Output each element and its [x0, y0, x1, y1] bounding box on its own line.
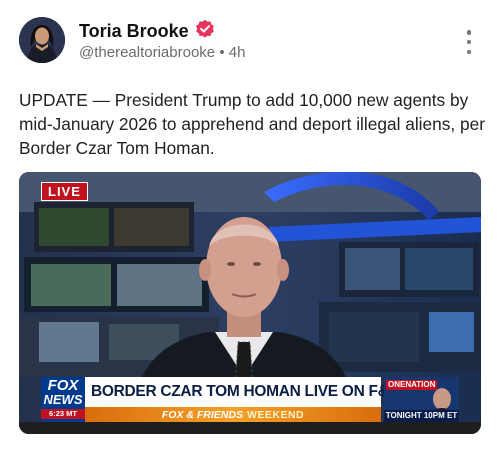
channel-logo: FOX NEWS 6:23 MT: [41, 377, 85, 422]
more-vertical-icon[interactable]: [465, 30, 473, 54]
author-name-row: Toria Brooke: [79, 19, 215, 44]
meta-separator: •: [219, 44, 225, 61]
post-text: UPDATE — President Trump to add 10,000 n…: [19, 90, 485, 158]
news-chyron: FOX NEWS 6:23 MT BORDER CZAR TOM HOMAN L…: [41, 377, 459, 422]
live-badge: LIVE: [41, 182, 88, 201]
author-meta: @therealtoriabrooke • 4h: [79, 44, 245, 61]
channel-logo-line1: FOX: [47, 377, 79, 394]
channel-logo-line2: NEWS: [43, 392, 83, 407]
promo-time: TONIGHT 10PM ET: [384, 410, 459, 422]
author-name[interactable]: Toria Brooke: [79, 21, 189, 42]
broadcast-time: 6:23 MT: [41, 409, 85, 419]
video-thumbnail[interactable]: LIVE FOX NEWS 6:23 MT BORDER CZAR TOM HO…: [19, 172, 481, 434]
promo-title: ONENATION: [386, 380, 438, 390]
show-name-bar: FOX & FRIENDS WEEKEND: [85, 407, 381, 422]
avatar[interactable]: [19, 17, 65, 63]
chyron-headline-bar: BORDER CZAR TOM HOMAN LIVE ON F&F: [85, 377, 398, 407]
author-handle[interactable]: @therealtoriabrooke: [79, 44, 215, 61]
chyron-headline: BORDER CZAR TOM HOMAN LIVE ON F&F: [91, 383, 398, 400]
post-time[interactable]: 4h: [229, 44, 246, 61]
show-suffix: WEEKEND: [246, 408, 305, 421]
avatar-image: [19, 17, 65, 63]
verified-badge-icon: [195, 19, 215, 44]
promo-box: ONENATION TONIGHT 10PM ET: [384, 377, 459, 422]
show-name: FOX & FRIENDS: [161, 408, 243, 421]
